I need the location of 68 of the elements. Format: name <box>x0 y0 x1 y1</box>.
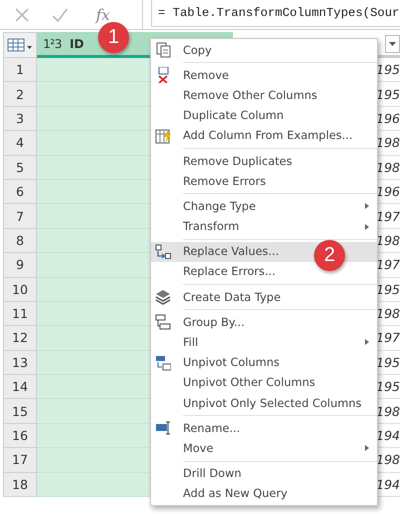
filter-dropdown[interactable] <box>385 35 400 53</box>
menu-item[interactable]: Add Column From Examples... <box>151 126 377 146</box>
menu-item[interactable]: Add as New Query <box>151 484 377 504</box>
menu-item[interactable]: Fill <box>151 332 377 353</box>
table-cell: 195 <box>376 282 400 297</box>
row-number: 4 <box>3 131 37 156</box>
table-cell: 198 <box>376 306 400 322</box>
table-cell: 195 <box>376 86 400 102</box>
row-number: 16 <box>3 424 37 448</box>
table-cell: 196 <box>376 184 400 200</box>
table-cell: 198 <box>376 232 400 248</box>
table-cell: 197 <box>376 208 400 224</box>
row-number: 12 <box>3 326 37 351</box>
menu-item[interactable]: Remove Duplicates <box>151 150 377 172</box>
row-number: 1 <box>3 58 37 82</box>
table-cell: 198 <box>376 135 400 150</box>
menu-item[interactable]: Group By... <box>151 312 377 332</box>
replace-arrow-icon <box>155 244 171 260</box>
menu-item[interactable]: Remove Other Columns <box>151 85 377 106</box>
menu-item[interactable]: Transform <box>151 216 377 237</box>
row-number: 9 <box>3 253 37 278</box>
row-number: 13 <box>3 350 37 376</box>
row-number: 17 <box>3 448 37 473</box>
menu-item[interactable]: Duplicate Column <box>151 106 377 126</box>
menu-item[interactable]: Unpivot Columns <box>151 352 377 373</box>
table-cell: 198 <box>376 160 400 175</box>
row-number: 6 <box>3 180 37 204</box>
copy-icon <box>155 42 171 58</box>
type-label[interactable]: 1²3 <box>43 36 62 50</box>
row-number: 3 <box>3 106 37 132</box>
unpivot-icon <box>155 354 171 371</box>
row-number: 14 <box>3 375 37 400</box>
table-cell: 195 <box>376 379 400 394</box>
table-cell: 194 <box>376 428 400 444</box>
row-number: 18 <box>3 472 37 498</box>
rename-icon <box>155 420 171 436</box>
menu-item[interactable]: Unpivot Only Selected Columns <box>151 393 377 414</box>
menu-item[interactable]: Remove Errors <box>151 171 377 192</box>
table-cell: 194 <box>376 476 400 492</box>
layers-icon <box>155 289 171 306</box>
row-number: 10 <box>3 278 37 302</box>
row-number: 8 <box>3 228 37 254</box>
menu-item[interactable]: Create Data Type <box>151 287 377 308</box>
column-name: ID <box>70 36 84 50</box>
table-cell: 198 <box>376 452 400 468</box>
menu-item[interactable]: Remove <box>151 65 377 86</box>
row-number: 5 <box>3 156 37 180</box>
formula-field[interactable]: = Table.TransformColumnTypes(Sour <box>151 0 400 27</box>
row-number: 7 <box>3 204 37 229</box>
checkmark-icon[interactable] <box>52 8 68 22</box>
row-number: 15 <box>3 399 37 424</box>
column-lightning-icon <box>155 128 171 144</box>
menu-item[interactable]: Drill Down <box>151 464 377 484</box>
row-number: 11 <box>3 302 37 326</box>
table-menu-icon[interactable] <box>7 38 33 52</box>
row-number: 2 <box>3 82 37 107</box>
menu-item[interactable]: Change Type <box>151 196 377 216</box>
menu-item[interactable]: Rename... <box>151 418 377 438</box>
group-by-icon <box>155 314 171 330</box>
menu-item[interactable]: Unpivot Other Columns <box>151 372 377 393</box>
table-cell: 195 <box>376 62 400 78</box>
table-cell: 195 <box>376 354 400 370</box>
table-cell: 198 <box>376 404 400 419</box>
table-cell: 197 <box>376 330 400 346</box>
table-cell: 197 <box>376 257 400 272</box>
function-button[interactable]: fx <box>96 6 110 24</box>
menu-item[interactable]: Move <box>151 438 377 459</box>
table-cell: 196 <box>376 110 400 126</box>
